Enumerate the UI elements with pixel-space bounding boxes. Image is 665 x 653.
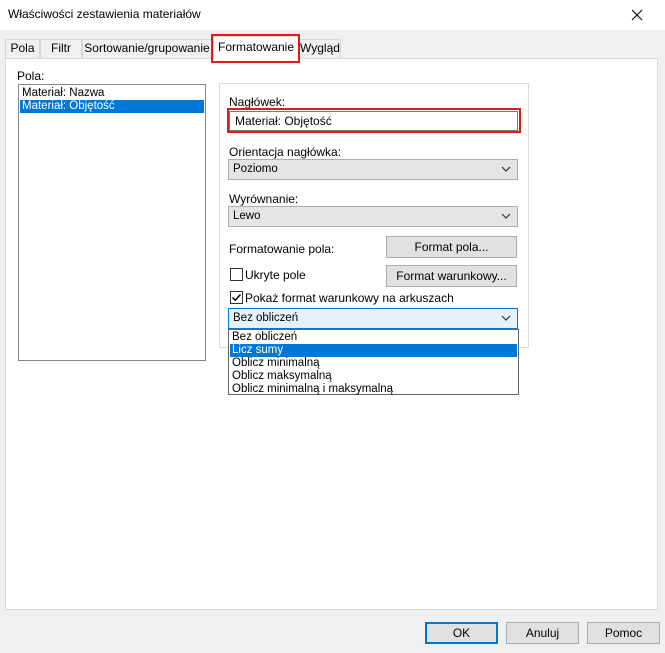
tab-wyglad[interactable]: Wygląd <box>299 39 341 58</box>
field-format-label: Formatowanie pola: <box>229 242 335 256</box>
header-label: Nagłówek: <box>229 95 286 109</box>
tab-formatowanie[interactable]: Formatowanie <box>213 36 299 59</box>
cancel-button[interactable]: Anuluj <box>506 622 579 644</box>
calculation-select[interactable]: Bez obliczeń <box>228 308 518 329</box>
chevron-down-icon <box>501 315 511 321</box>
tab-label: Pola <box>10 41 35 55</box>
calculation-option[interactable]: Oblicz maksymalną <box>230 370 517 383</box>
checkmark-icon <box>231 293 242 302</box>
close-icon[interactable] <box>626 4 648 26</box>
hidden-field-checkbox[interactable] <box>230 268 243 281</box>
list-item[interactable]: Materiał: Objętość <box>20 100 204 113</box>
help-button[interactable]: Pomoc <box>587 622 660 644</box>
calculation-options-list[interactable]: Bez obliczeń Licz sumy Oblicz minimalną … <box>228 329 519 395</box>
hidden-field-label: Ukryte pole <box>245 268 306 282</box>
orientation-select[interactable]: Poziomo <box>228 159 518 180</box>
tab-sortowanie[interactable]: Sortowanie/grupowanie <box>82 39 212 58</box>
conditional-format-button[interactable]: Format warunkowy... <box>386 265 517 287</box>
list-item[interactable]: Materiał: Nazwa <box>20 87 204 100</box>
tab-label: Sortowanie/grupowanie <box>84 41 210 55</box>
tab-pola[interactable]: Pola <box>5 39 40 58</box>
chevron-down-icon <box>501 213 511 219</box>
alignment-label: Wyrównanie: <box>229 192 299 206</box>
orientation-value: Poziomo <box>233 163 278 175</box>
ok-button[interactable]: OK <box>425 622 498 644</box>
tab-label: Wygląd <box>300 41 340 55</box>
window-title: Właściwości zestawienia materiałów <box>8 7 201 21</box>
calculation-option[interactable]: Oblicz minimalną <box>230 357 517 370</box>
header-input[interactable]: Materiał: Objętość <box>229 111 518 131</box>
alignment-select[interactable]: Lewo <box>228 206 518 227</box>
orientation-label: Orientacja nagłówka: <box>229 145 342 159</box>
tab-label: Filtr <box>51 41 71 55</box>
alignment-value: Lewo <box>233 210 261 222</box>
calculation-option[interactable]: Oblicz minimalną i maksymalną <box>230 383 517 396</box>
tab-label: Formatowanie <box>217 40 295 54</box>
chevron-down-icon <box>501 166 511 172</box>
show-conditional-label: Pokaż format warunkowy na arkuszach <box>245 291 454 305</box>
field-format-button[interactable]: Format pola... <box>386 236 517 258</box>
fields-label: Pola: <box>17 69 45 83</box>
calculation-option[interactable]: Bez obliczeń <box>230 331 517 344</box>
fields-list[interactable]: Materiał: Nazwa Materiał: Objętość <box>18 84 206 361</box>
tab-filtr[interactable]: Filtr <box>40 39 82 58</box>
calculation-value: Bez obliczeń <box>233 312 299 324</box>
show-conditional-checkbox[interactable] <box>230 291 243 304</box>
calculation-option[interactable]: Licz sumy <box>230 344 517 357</box>
